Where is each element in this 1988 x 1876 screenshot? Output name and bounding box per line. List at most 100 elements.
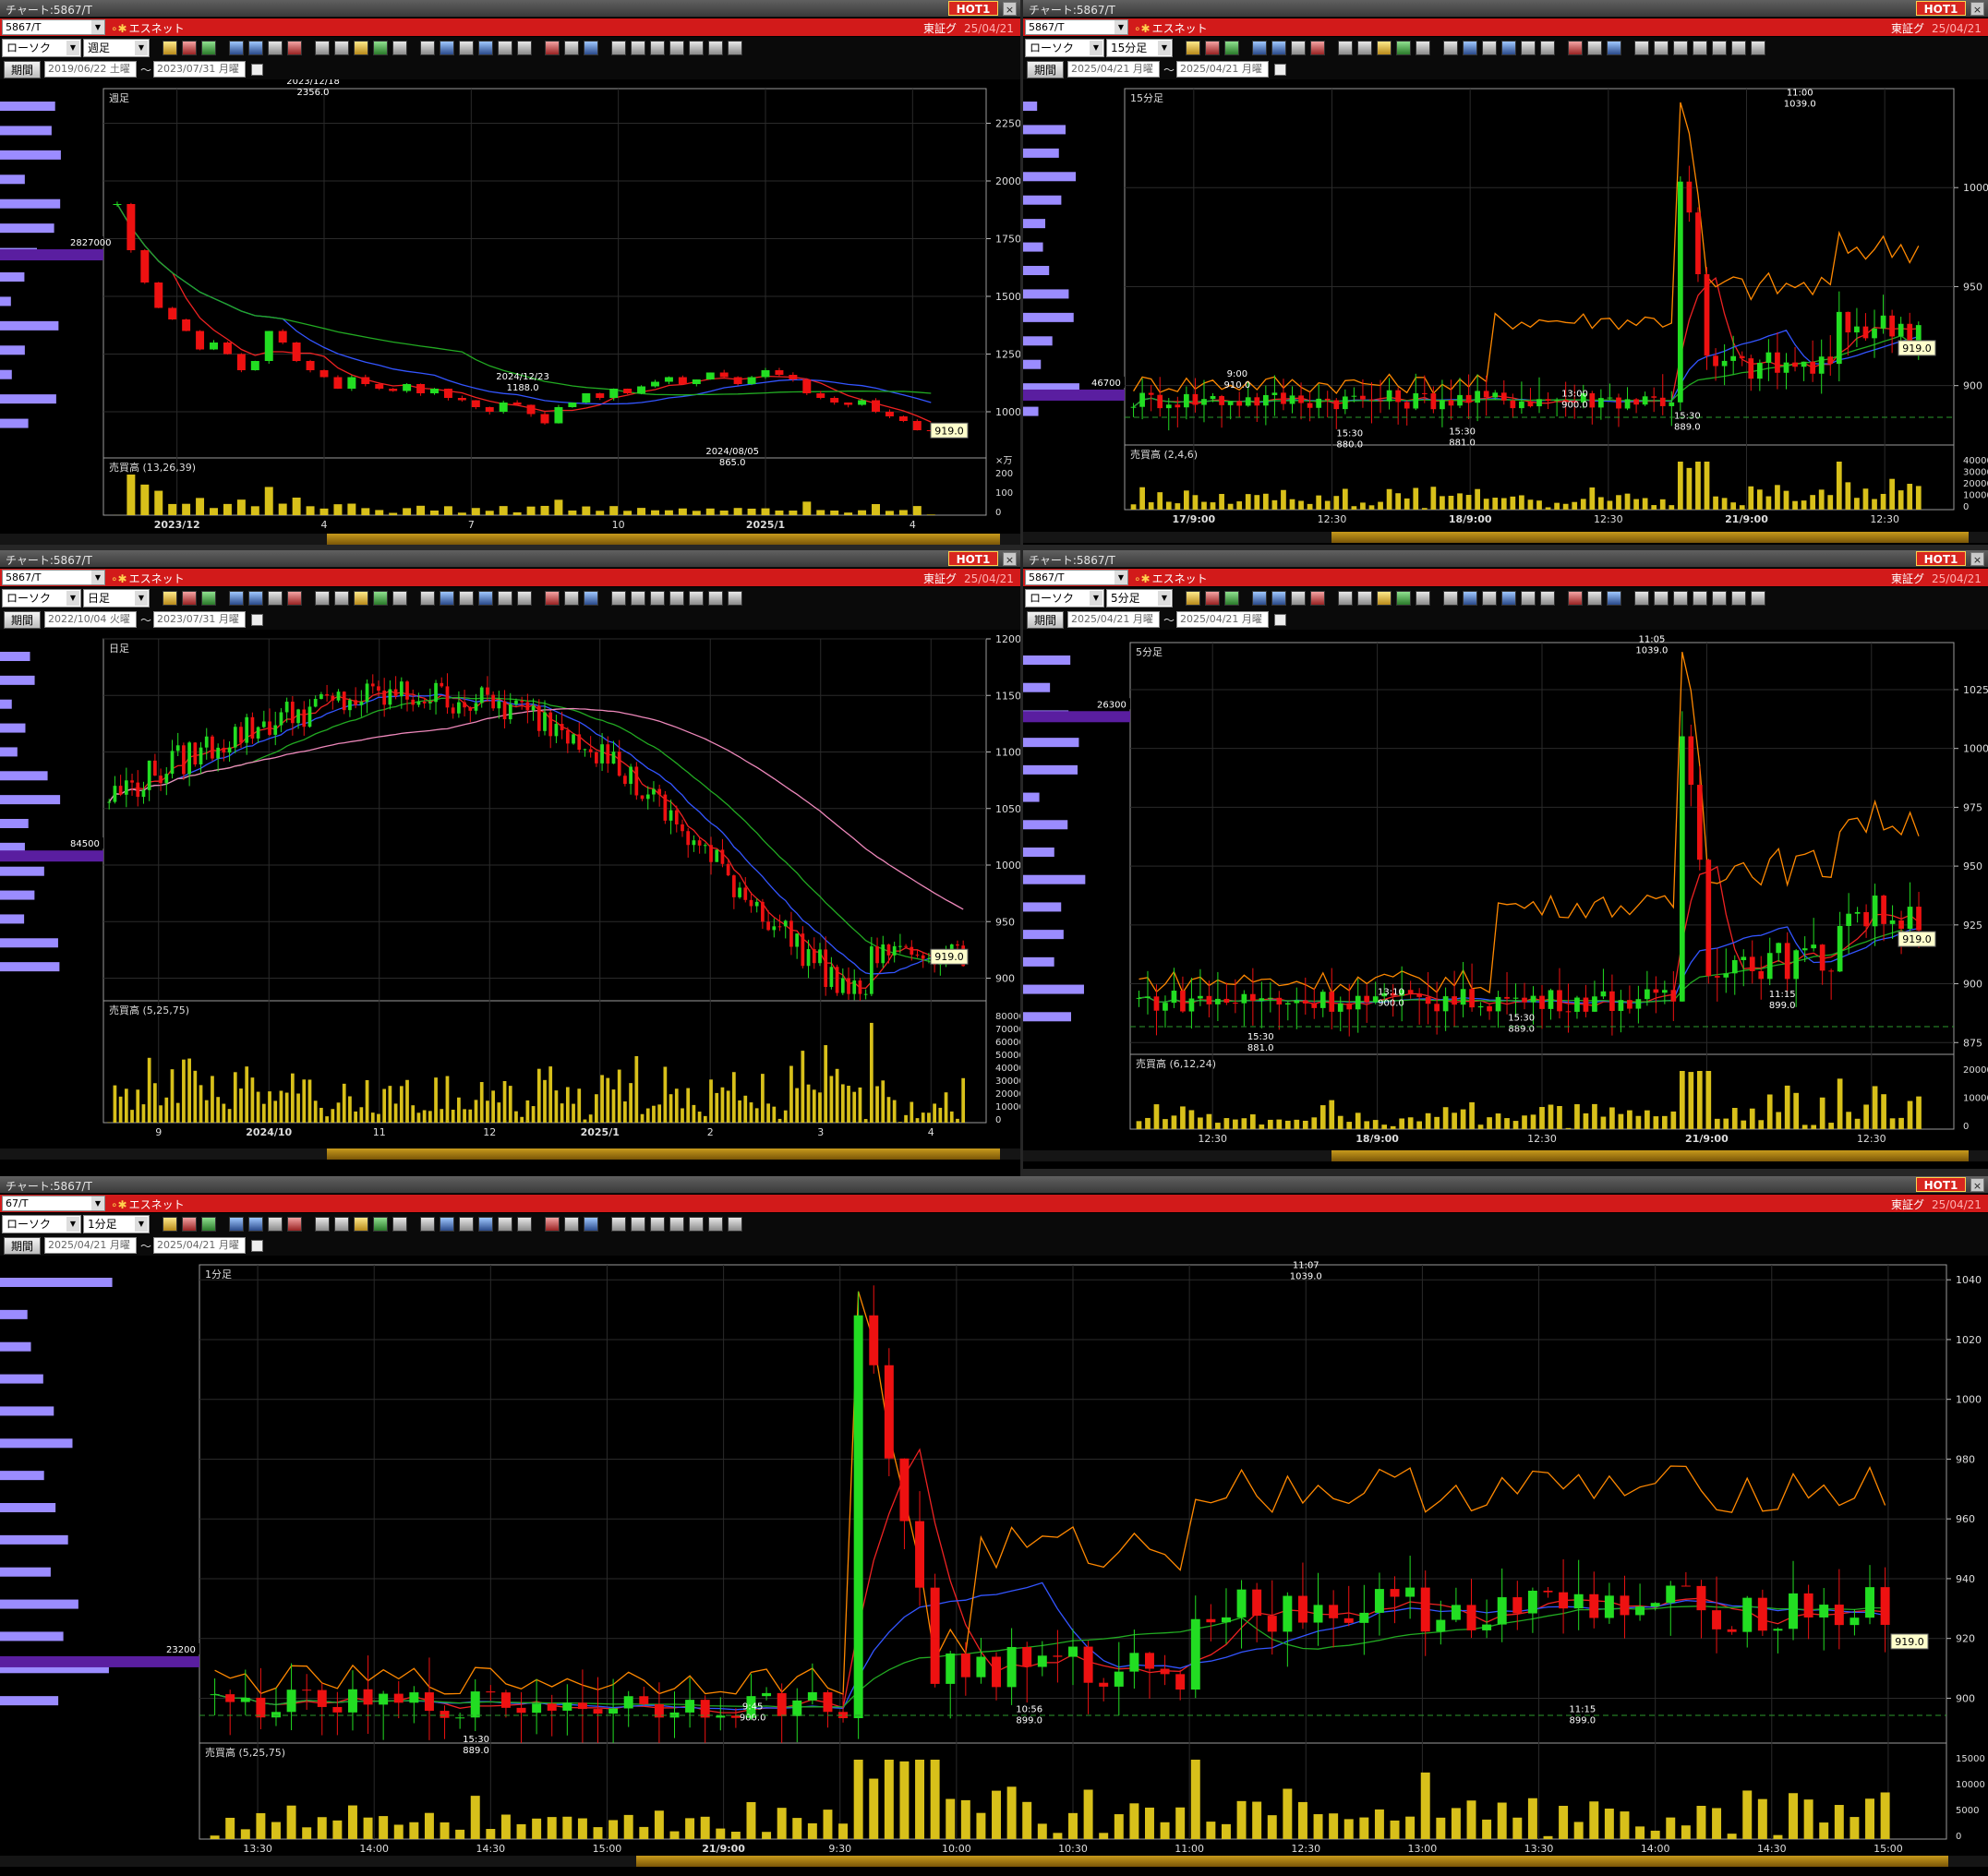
- tool-channel-icon[interactable]: [1482, 591, 1497, 606]
- tool-crosshair-icon[interactable]: [1310, 41, 1325, 55]
- tool-layout4-icon[interactable]: [1693, 41, 1707, 55]
- tool-measure-icon[interactable]: [1521, 591, 1536, 606]
- tool-text-icon[interactable]: [478, 41, 493, 55]
- tool-bar-icon[interactable]: [182, 591, 197, 606]
- tool-crosshair-icon[interactable]: [287, 1217, 302, 1232]
- close-icon[interactable]: ×: [1003, 552, 1017, 566]
- tool-layout6-icon[interactable]: [1731, 41, 1746, 55]
- date-to-input[interactable]: 2025/04/21 月曜: [1176, 611, 1269, 628]
- tool-draw-icon[interactable]: [392, 1217, 407, 1232]
- hot-button[interactable]: HOT1: [1916, 1, 1966, 16]
- tool-layout6-icon[interactable]: [1731, 591, 1746, 606]
- tool-log-icon[interactable]: [564, 591, 579, 606]
- date-to-input[interactable]: 2023/07/31 月曜: [153, 61, 246, 78]
- tool-crosshair-icon[interactable]: [287, 591, 302, 606]
- tool-arrow-icon[interactable]: [1443, 41, 1458, 55]
- tool-arrow-icon[interactable]: [420, 41, 435, 55]
- tool-draw-icon[interactable]: [1416, 591, 1430, 606]
- chevron-down-icon[interactable]: ▼: [1090, 591, 1102, 606]
- tool-text-icon[interactable]: [478, 591, 493, 606]
- date-from-input[interactable]: 2025/04/21 月曜: [1067, 611, 1160, 628]
- window-titlebar[interactable]: チャート:5867/T HOT1 ×: [1023, 0, 1988, 18]
- chevron-down-icon[interactable]: ▼: [91, 1197, 104, 1210]
- hot-button[interactable]: HOT1: [948, 1, 998, 16]
- tool-all-icon[interactable]: [1568, 591, 1583, 606]
- tool-bar-icon[interactable]: [182, 41, 197, 55]
- scrollbar-thumb[interactable]: [327, 534, 1000, 545]
- tool-line-icon[interactable]: [1224, 41, 1239, 55]
- tool-split-icon[interactable]: [1540, 591, 1555, 606]
- tool-layout1-icon[interactable]: [1634, 41, 1649, 55]
- tool-settings-icon[interactable]: [1607, 41, 1621, 55]
- tool-layout5-icon[interactable]: [1712, 41, 1727, 55]
- tool-line-icon[interactable]: [201, 1217, 216, 1232]
- tool-compare-icon[interactable]: [1338, 41, 1353, 55]
- chart-canvas[interactable]: 900950100017/9:00 12:30 18/9:00 12:30 21/9:0…: [1023, 79, 1988, 545]
- tool-layout2-icon[interactable]: [631, 41, 645, 55]
- date-from-input[interactable]: 2022/10/04 火曜: [44, 611, 137, 628]
- period-button[interactable]: 期間: [1027, 61, 1064, 78]
- chart-type-select[interactable]: ローソク ▼: [2, 39, 81, 57]
- tool-layout4-icon[interactable]: [669, 591, 684, 606]
- tool-line-icon[interactable]: [201, 591, 216, 606]
- window-titlebar[interactable]: チャート:5867/T HOT1 ×: [0, 550, 1020, 568]
- tool-bar-icon[interactable]: [182, 1217, 197, 1232]
- chart-canvas[interactable]: 900950100010501100115012009 2024/10 11 12 20…: [0, 630, 1020, 1180]
- chevron-down-icon[interactable]: ▼: [1114, 571, 1127, 584]
- period-button[interactable]: 期間: [4, 61, 41, 78]
- tool-layout2-icon[interactable]: [631, 1217, 645, 1232]
- period-select[interactable]: 5分足 ▼: [1106, 589, 1173, 607]
- scrollbar-thumb[interactable]: [327, 1148, 1000, 1160]
- tool-zoom-in-icon[interactable]: [1271, 41, 1286, 55]
- tool-line-icon[interactable]: [201, 41, 216, 55]
- horizontal-scrollbar[interactable]: [0, 1856, 1988, 1867]
- tool-split-icon[interactable]: [517, 1217, 532, 1232]
- tool-line-icon[interactable]: [1224, 591, 1239, 606]
- tool-layout3-icon[interactable]: [650, 591, 665, 606]
- tool-compare-icon[interactable]: [315, 591, 330, 606]
- tool-color-icon[interactable]: [1252, 591, 1267, 606]
- tool-all-icon[interactable]: [545, 591, 560, 606]
- tool-all-icon[interactable]: [545, 41, 560, 55]
- date-to-input[interactable]: 2025/04/21 月曜: [1176, 61, 1269, 78]
- hot-button[interactable]: HOT1: [1916, 551, 1966, 566]
- date-from-input[interactable]: 2019/06/22 土曜: [44, 61, 137, 78]
- symbol-code-input[interactable]: 5867/T ▼: [1025, 570, 1128, 585]
- tool-layout2-icon[interactable]: [1654, 591, 1669, 606]
- date-to-input[interactable]: 2025/04/21 月曜: [153, 1237, 246, 1254]
- tool-layout3-icon[interactable]: [1673, 41, 1688, 55]
- date-from-input[interactable]: 2025/04/21 月曜: [1067, 61, 1160, 78]
- chevron-down-icon[interactable]: ▼: [135, 41, 148, 55]
- tool-layout7-icon[interactable]: [1751, 591, 1765, 606]
- tool-layout3-icon[interactable]: [650, 1217, 665, 1232]
- tool-compare-icon[interactable]: [315, 41, 330, 55]
- tool-log-icon[interactable]: [564, 41, 579, 55]
- horizontal-scrollbar[interactable]: [1023, 1150, 1988, 1161]
- symbol-code-input[interactable]: 5867/T ▼: [1025, 19, 1128, 35]
- tool-arrow-icon[interactable]: [1443, 591, 1458, 606]
- tool-text-icon[interactable]: [1501, 591, 1516, 606]
- tool-fib-icon[interactable]: [440, 591, 454, 606]
- tool-bar-icon[interactable]: [1205, 41, 1220, 55]
- tool-crosshair-icon[interactable]: [287, 41, 302, 55]
- tool-channel-icon[interactable]: [459, 41, 474, 55]
- tool-compare-icon[interactable]: [315, 1217, 330, 1232]
- window-titlebar[interactable]: チャート:5867/T HOT1 ×: [0, 1176, 1988, 1194]
- tool-grid-icon[interactable]: [1357, 41, 1372, 55]
- tool-layout6-icon[interactable]: [708, 591, 723, 606]
- tool-layout3-icon[interactable]: [650, 41, 665, 55]
- tool-layout1-icon[interactable]: [1634, 591, 1649, 606]
- tool-settings-icon[interactable]: [584, 1217, 598, 1232]
- tool-all-icon[interactable]: [1568, 41, 1583, 55]
- tool-color-icon[interactable]: [229, 591, 244, 606]
- range-checkbox[interactable]: [1274, 614, 1286, 626]
- chevron-down-icon[interactable]: ▼: [135, 591, 148, 606]
- tool-split-icon[interactable]: [1540, 41, 1555, 55]
- tool-text-icon[interactable]: [478, 1217, 493, 1232]
- symbol-code-input[interactable]: 5867/T ▼: [2, 19, 105, 35]
- date-from-input[interactable]: 2025/04/21 月曜: [44, 1237, 137, 1254]
- tool-draw-icon[interactable]: [1416, 41, 1430, 55]
- scrollbar-thumb[interactable]: [636, 1856, 1948, 1867]
- tool-settings-icon[interactable]: [584, 41, 598, 55]
- period-select[interactable]: 1分足 ▼: [83, 1215, 150, 1233]
